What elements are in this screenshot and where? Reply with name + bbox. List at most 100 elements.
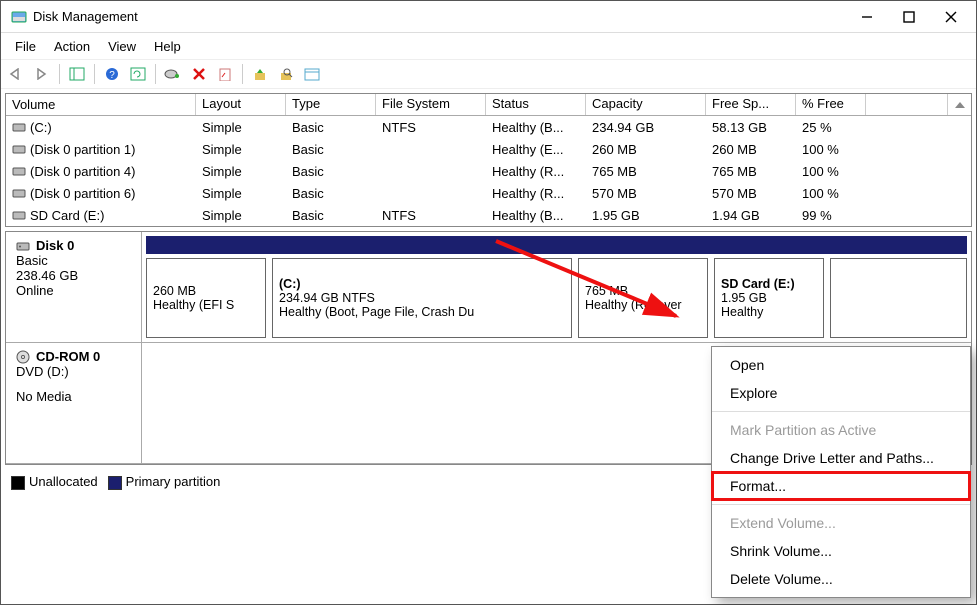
close-button[interactable] bbox=[930, 2, 972, 32]
cell-status: Healthy (R... bbox=[486, 163, 586, 180]
delete-icon[interactable] bbox=[188, 63, 210, 85]
ctx-separator bbox=[712, 411, 970, 412]
volume-row[interactable]: (Disk 0 partition 6)SimpleBasicHealthy (… bbox=[6, 182, 971, 204]
volume-name: SD Card (E:) bbox=[30, 208, 104, 223]
col-capacity[interactable]: Capacity bbox=[586, 94, 706, 115]
volume-row[interactable]: (C:)SimpleBasicNTFSHealthy (B...234.94 G… bbox=[6, 116, 971, 138]
find-icon[interactable] bbox=[275, 63, 297, 85]
col-free[interactable]: Free Sp... bbox=[706, 94, 796, 115]
show-hide-tree-icon[interactable] bbox=[66, 63, 88, 85]
partition-size: 260 MB bbox=[153, 284, 259, 298]
back-button[interactable] bbox=[5, 63, 27, 85]
ctx-change-drive-letter[interactable]: Change Drive Letter and Paths... bbox=[712, 444, 970, 472]
volume-list: Volume Layout Type File System Status Ca… bbox=[5, 93, 972, 227]
partition-status: Healthy (Recover bbox=[585, 298, 701, 312]
cell-fs bbox=[376, 148, 486, 150]
col-type[interactable]: Type bbox=[286, 94, 376, 115]
col-volume[interactable]: Volume bbox=[6, 94, 196, 115]
disk0-label[interactable]: Disk 0 Basic 238.46 GB Online bbox=[6, 232, 142, 342]
disk0-size: 238.46 GB bbox=[16, 268, 131, 283]
cell-fs: NTFS bbox=[376, 207, 486, 224]
cell-status: Healthy (B... bbox=[486, 119, 586, 136]
col-layout[interactable]: Layout bbox=[196, 94, 286, 115]
rescan-disks-icon[interactable] bbox=[162, 63, 184, 85]
cell-fs bbox=[376, 170, 486, 172]
refresh-icon[interactable] bbox=[127, 63, 149, 85]
disk-management-window: Disk Management File Action View Help ? … bbox=[0, 0, 977, 605]
ctx-delete[interactable]: Delete Volume... bbox=[712, 565, 970, 593]
primary-swatch bbox=[108, 476, 122, 490]
volume-row[interactable]: (Disk 0 partition 1)SimpleBasicHealthy (… bbox=[6, 138, 971, 160]
properties-icon[interactable] bbox=[214, 63, 236, 85]
partition-efi[interactable]: 260 MB Healthy (EFI S bbox=[146, 258, 266, 338]
ctx-shrink[interactable]: Shrink Volume... bbox=[712, 537, 970, 565]
ctx-open[interactable]: Open bbox=[712, 351, 970, 379]
volume-name: (Disk 0 partition 1) bbox=[30, 142, 135, 157]
volume-row[interactable]: (Disk 0 partition 4)SimpleBasicHealthy (… bbox=[6, 160, 971, 182]
partition-recovery[interactable]: 765 MB Healthy (Recover bbox=[578, 258, 708, 338]
cell-capacity: 260 MB bbox=[586, 141, 706, 158]
menu-view[interactable]: View bbox=[100, 36, 144, 57]
settings-icon[interactable] bbox=[301, 63, 323, 85]
cell-pct: 100 % bbox=[796, 185, 866, 202]
disk0-name: Disk 0 bbox=[36, 238, 74, 253]
partition-status: Healthy (Boot, Page File, Crash Du bbox=[279, 305, 565, 319]
cell-type: Basic bbox=[286, 185, 376, 202]
scroll-up-icon[interactable] bbox=[947, 94, 971, 115]
ctx-mark-active: Mark Partition as Active bbox=[712, 416, 970, 444]
cell-pct: 25 % bbox=[796, 119, 866, 136]
maximize-button[interactable] bbox=[888, 2, 930, 32]
toolbar-separator bbox=[155, 64, 156, 84]
up-icon[interactable] bbox=[249, 63, 271, 85]
partition-extra[interactable] bbox=[830, 258, 967, 338]
cell-pct: 100 % bbox=[796, 163, 866, 180]
toolbar-separator bbox=[242, 64, 243, 84]
partition-size: 234.94 GB NTFS bbox=[279, 291, 565, 305]
ctx-separator bbox=[712, 504, 970, 505]
col-filesystem[interactable]: File System bbox=[376, 94, 486, 115]
cell-layout: Simple bbox=[196, 207, 286, 224]
legend-primary-label: Primary partition bbox=[126, 474, 221, 489]
col-status[interactable]: Status bbox=[486, 94, 586, 115]
partition-status: Healthy bbox=[721, 305, 817, 319]
unallocated-swatch bbox=[11, 476, 25, 490]
titlebar[interactable]: Disk Management bbox=[1, 1, 976, 33]
partition-status: Healthy (EFI S bbox=[153, 298, 259, 312]
ctx-extend: Extend Volume... bbox=[712, 509, 970, 537]
col-spacer bbox=[866, 94, 947, 115]
menu-help[interactable]: Help bbox=[146, 36, 189, 57]
ctx-explore[interactable]: Explore bbox=[712, 379, 970, 407]
cell-free: 58.13 GB bbox=[706, 119, 796, 136]
ctx-format[interactable]: Format... bbox=[712, 472, 970, 500]
hard-disk-icon bbox=[16, 239, 30, 253]
cell-free: 570 MB bbox=[706, 185, 796, 202]
cell-status: Healthy (B... bbox=[486, 207, 586, 224]
legend-unallocated: Unallocated bbox=[11, 474, 98, 490]
cdrom-label[interactable]: CD-ROM 0 DVD (D:) No Media bbox=[6, 343, 142, 463]
cell-pct: 99 % bbox=[796, 207, 866, 224]
cell-free: 1.94 GB bbox=[706, 207, 796, 224]
cdrom-drive: DVD (D:) bbox=[16, 364, 131, 379]
volume-row[interactable]: SD Card (E:) SimpleBasicNTFSHealthy (B...… bbox=[6, 204, 971, 226]
partition-sdcard-e[interactable]: SD Card (E:) 1.95 GB Healthy bbox=[714, 258, 824, 338]
minimize-button[interactable] bbox=[846, 2, 888, 32]
cell-layout: Simple bbox=[196, 185, 286, 202]
menubar: File Action View Help bbox=[1, 33, 976, 59]
volume-name: (Disk 0 partition 6) bbox=[30, 186, 135, 201]
volume-icon bbox=[12, 120, 26, 134]
cdrom-state: No Media bbox=[16, 389, 131, 404]
cell-type: Basic bbox=[286, 207, 376, 224]
toolbar-separator bbox=[94, 64, 95, 84]
menu-action[interactable]: Action bbox=[46, 36, 98, 57]
menu-file[interactable]: File bbox=[7, 36, 44, 57]
cell-capacity: 234.94 GB bbox=[586, 119, 706, 136]
forward-button[interactable] bbox=[31, 63, 53, 85]
partition-c[interactable]: (C:) 234.94 GB NTFS Healthy (Boot, Page … bbox=[272, 258, 572, 338]
col-pct[interactable]: % Free bbox=[796, 94, 866, 115]
cell-status: Healthy (E... bbox=[486, 141, 586, 158]
cell-type: Basic bbox=[286, 163, 376, 180]
volume-icon bbox=[12, 142, 26, 156]
volume-icon bbox=[12, 186, 26, 200]
help-icon[interactable]: ? bbox=[101, 63, 123, 85]
svg-text:?: ? bbox=[109, 70, 115, 81]
